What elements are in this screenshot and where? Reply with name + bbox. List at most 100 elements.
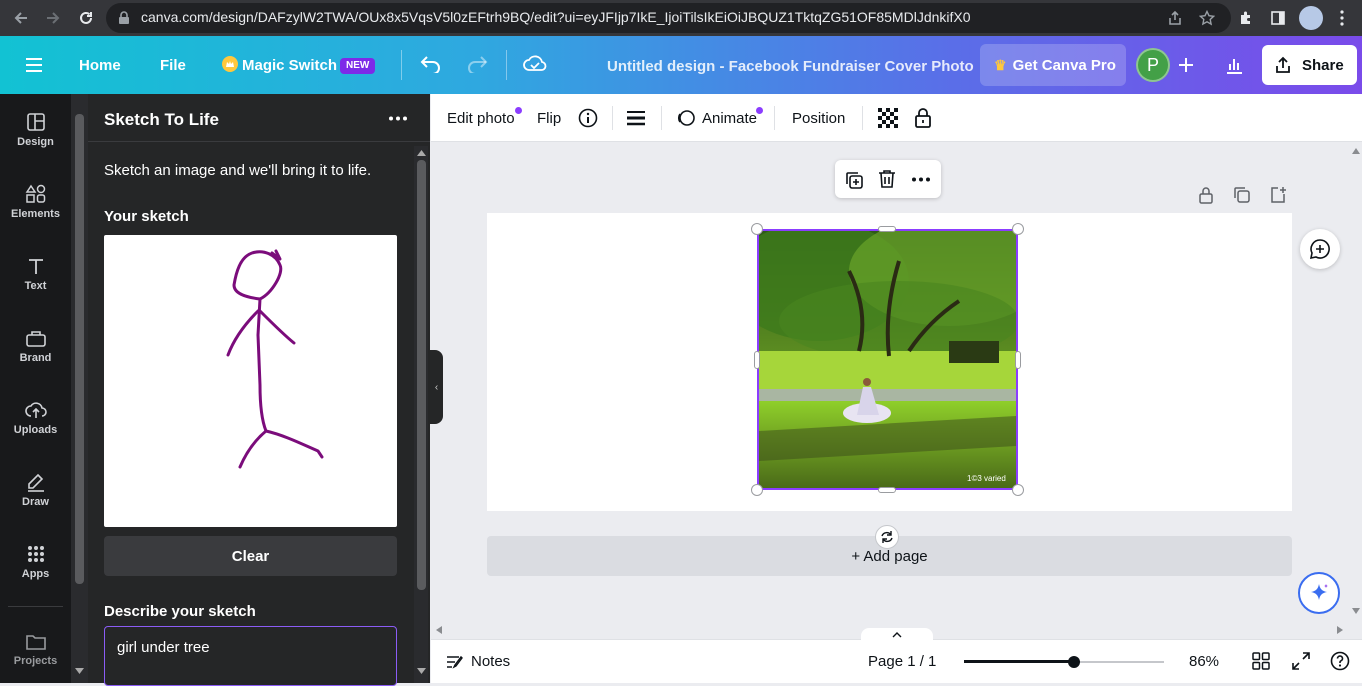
nav-brand[interactable]: Brand bbox=[0, 310, 71, 382]
panel-intro: Sketch an image and we'll bring it to li… bbox=[104, 162, 372, 179]
back-icon[interactable] bbox=[7, 4, 35, 32]
profile-avatar-icon[interactable] bbox=[1297, 4, 1325, 32]
nav-uploads[interactable]: Uploads bbox=[0, 382, 71, 454]
file-menu-button[interactable]: File bbox=[160, 57, 186, 74]
hamburger-menu-icon[interactable] bbox=[24, 56, 44, 74]
scroll-up-icon[interactable] bbox=[417, 150, 426, 156]
zoom-slider-fill bbox=[964, 660, 1074, 663]
add-page-icon[interactable] bbox=[1269, 186, 1287, 204]
avatar[interactable]: P bbox=[1136, 48, 1170, 82]
add-collaborator-icon[interactable] bbox=[1176, 55, 1196, 75]
fullscreen-icon[interactable] bbox=[1292, 652, 1310, 670]
page-duplicate-icon[interactable] bbox=[1233, 186, 1251, 204]
duplicate-icon[interactable] bbox=[844, 170, 864, 190]
home-button[interactable]: Home bbox=[79, 57, 121, 74]
crown-icon: ♛ bbox=[994, 56, 1007, 73]
page-indicator[interactable]: Page 1 / 1 bbox=[868, 653, 936, 670]
selected-photo[interactable]: 1©3 varied bbox=[757, 229, 1018, 490]
side-panel-icon[interactable] bbox=[1264, 4, 1292, 32]
brand-icon bbox=[25, 331, 46, 347]
clear-sketch-button[interactable]: Clear bbox=[104, 536, 397, 576]
nav-divider bbox=[8, 606, 63, 607]
resize-handle-bottom-right[interactable] bbox=[1012, 484, 1024, 496]
nav-elements[interactable]: Elements bbox=[0, 166, 71, 238]
bookmark-star-icon[interactable] bbox=[1193, 4, 1221, 32]
resize-handle-bottom-left[interactable] bbox=[751, 484, 763, 496]
panel-header: Sketch To Life bbox=[88, 94, 430, 142]
toolbar-divider bbox=[862, 106, 863, 130]
lock-toggle-icon[interactable] bbox=[914, 107, 932, 129]
more-options-icon[interactable] bbox=[911, 177, 931, 182]
zoom-slider-thumb[interactable] bbox=[1068, 656, 1080, 668]
scroll-up-icon[interactable] bbox=[1352, 148, 1360, 154]
share-page-icon[interactable] bbox=[1161, 4, 1189, 32]
scroll-down-icon[interactable] bbox=[1352, 608, 1360, 614]
nav-draw[interactable]: Draw bbox=[0, 454, 71, 526]
toolbar-divider bbox=[661, 106, 662, 130]
collapse-panel-handle[interactable]: ‹ bbox=[430, 350, 443, 424]
grid-view-icon[interactable] bbox=[1252, 652, 1270, 670]
animate-button[interactable]: Animate bbox=[676, 106, 764, 130]
magic-assistant-button[interactable] bbox=[1298, 572, 1340, 614]
resize-handle-top-right[interactable] bbox=[1012, 223, 1024, 235]
undo-icon[interactable] bbox=[420, 55, 442, 73]
analytics-icon[interactable] bbox=[1224, 55, 1244, 75]
scroll-down-icon[interactable] bbox=[417, 668, 426, 674]
share-button[interactable]: Share bbox=[1262, 45, 1357, 85]
resize-handle-right[interactable] bbox=[1015, 351, 1021, 369]
side-nav: Design Elements Text Brand Uploads Draw … bbox=[0, 94, 71, 683]
design-icon bbox=[26, 113, 45, 131]
notes-button[interactable]: Notes bbox=[446, 652, 526, 674]
add-comment-button[interactable] bbox=[1300, 229, 1340, 269]
line-weight-icon[interactable] bbox=[627, 110, 645, 126]
photo-watermark: 1©3 varied bbox=[967, 474, 1006, 483]
zoom-level[interactable]: 86% bbox=[1189, 653, 1219, 670]
resize-handle-top-left[interactable] bbox=[751, 223, 763, 235]
page-lock-icon[interactable] bbox=[1198, 186, 1214, 204]
resize-handle-bottom[interactable] bbox=[878, 487, 896, 493]
edit-photo-button[interactable]: Edit photo bbox=[447, 110, 515, 127]
chrome-menu-icon[interactable] bbox=[1328, 4, 1356, 32]
get-canva-pro-button[interactable]: ♛ Get Canva Pro bbox=[980, 44, 1126, 86]
transparency-icon[interactable] bbox=[878, 108, 898, 128]
nav-text[interactable]: Text bbox=[0, 238, 71, 310]
info-icon[interactable] bbox=[578, 108, 598, 128]
describe-sketch-input[interactable]: girl under tree bbox=[104, 626, 397, 686]
scroll-left-icon[interactable] bbox=[436, 626, 442, 634]
nav-design[interactable]: Design bbox=[0, 94, 71, 166]
nav-projects[interactable]: Projects bbox=[0, 614, 71, 686]
scroll-right-icon[interactable] bbox=[1337, 626, 1343, 634]
crown-icon bbox=[222, 56, 238, 72]
resize-handle-top[interactable] bbox=[878, 226, 896, 232]
reload-icon[interactable] bbox=[72, 4, 100, 32]
extensions-icon[interactable] bbox=[1232, 4, 1260, 32]
share-label: Share bbox=[1302, 56, 1344, 74]
elements-icon bbox=[25, 184, 45, 203]
header-divider-2 bbox=[506, 50, 507, 80]
url-text[interactable]: canva.com/design/DAFzylW2TWA/OUx8x5VqsV5… bbox=[141, 9, 971, 25]
resize-handle-left[interactable] bbox=[754, 351, 760, 369]
chevron-up-icon bbox=[892, 632, 902, 638]
help-icon[interactable] bbox=[1330, 651, 1350, 671]
forward-icon[interactable] bbox=[39, 4, 67, 32]
animate-icon bbox=[676, 109, 696, 127]
panel-scroll-thumb[interactable] bbox=[417, 160, 426, 590]
nav-projects-label: Projects bbox=[13, 655, 58, 667]
canvas-scrollbar[interactable] bbox=[1349, 142, 1362, 622]
trash-icon[interactable] bbox=[878, 169, 896, 189]
sketch-canvas[interactable] bbox=[104, 235, 397, 527]
cloud-saved-icon[interactable] bbox=[523, 53, 547, 75]
nav-brand-label: Brand bbox=[19, 352, 52, 364]
more-options-icon[interactable] bbox=[388, 116, 408, 121]
nav-apps[interactable]: Apps bbox=[0, 526, 71, 598]
flip-button[interactable]: Flip bbox=[537, 110, 561, 127]
get-pro-label: Get Canva Pro bbox=[1012, 56, 1116, 74]
nav-scrollbar[interactable] bbox=[71, 94, 88, 683]
redo-icon[interactable] bbox=[466, 55, 488, 73]
show-pages-toggle[interactable] bbox=[861, 628, 933, 642]
rotate-icon[interactable] bbox=[875, 525, 899, 549]
position-button[interactable]: Position bbox=[792, 110, 845, 127]
zoom-slider[interactable] bbox=[964, 656, 1164, 668]
design-title[interactable]: Untitled design - Facebook Fundraiser Co… bbox=[607, 58, 974, 75]
scroll-down-icon[interactable] bbox=[75, 668, 84, 674]
